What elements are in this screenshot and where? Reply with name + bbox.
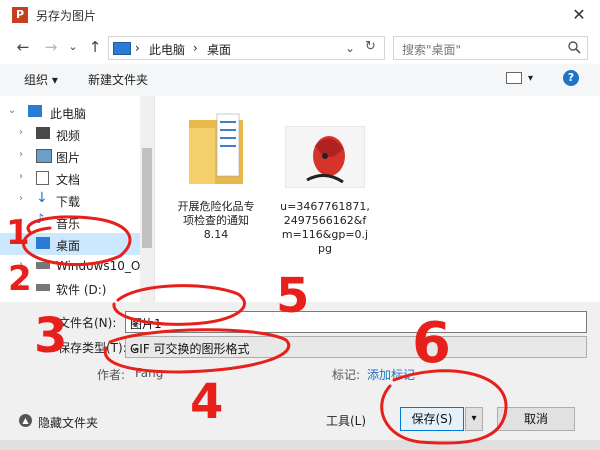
folder-icon [189,113,243,184]
file-name-line: 8.14 [203,228,229,241]
up-arrow-icon[interactable]: ↑ [84,36,106,58]
breadcrumb-separator: › [135,41,140,55]
new-folder-button[interactable]: 新建文件夹 [88,71,148,88]
chevron-right-icon[interactable]: › [19,193,23,204]
filetype-select[interactable]: GIF 可交换的图形格式 ⌄ [125,336,587,358]
save-button[interactable]: 保存(S) [400,407,464,431]
sidebar-item-downloads[interactable]: › ↓ 下载 [0,189,140,211]
chevron-right-icon[interactable]: › [19,281,23,292]
sidebar-item-label: Windows10_OS [56,259,148,273]
search-placeholder: 搜索"桌面" [402,43,462,57]
breadcrumb-this-pc[interactable]: 此电脑 [149,41,185,58]
chevron-right-icon[interactable]: › [19,259,23,270]
download-icon: ↓ [36,190,48,206]
tools-menu-button[interactable]: 工具(L) [326,412,366,429]
filetype-label: 保存类型(T): [58,341,127,355]
chevron-down-icon[interactable]: ⌄ [130,340,582,354]
sidebar-scrollbar-thumb[interactable] [142,148,152,248]
powerpoint-app-icon: P [12,7,28,23]
window-title: 另存为图片 [36,9,97,23]
help-icon[interactable]: ? [563,70,579,86]
breadcrumb-desktop[interactable]: 桌面 [207,41,231,58]
sidebar-item-documents[interactable]: › 文档 [0,167,140,189]
document-icon [36,171,49,185]
sidebar-item-music[interactable]: › ♪ 音乐 [0,211,140,233]
sidebar-item-label: 软件 (D:) [56,283,107,297]
save-options-dropdown-icon[interactable]: ▾ [465,407,483,431]
hide-folders-button[interactable]: 隐藏文件夹 [38,414,98,431]
filename-history-dropdown-icon[interactable]: ⌄ [130,315,582,329]
sidebar-item-videos[interactable]: › 视频 [0,123,140,145]
chevron-right-icon[interactable]: › [19,149,23,160]
filename-label: 文件名(N): [58,316,117,330]
sidebar-item-pictures[interactable]: › 图片 [0,145,140,167]
sidebar-item-label: 桌面 [56,239,81,253]
desktop-icon [36,237,50,249]
view-options-icon[interactable] [506,72,522,84]
sidebar-item-windows-drive[interactable]: › Windows10_OS [0,255,148,277]
sidebar-item-label: 图片 [56,151,81,165]
recent-locations-dropdown-icon[interactable]: ⌄ [62,36,84,58]
picture-icon [36,149,52,163]
drive-icon [36,284,50,291]
author-value[interactable]: Fang [135,366,163,380]
cancel-button[interactable]: 取消 [497,407,575,431]
close-icon[interactable]: ✕ [566,3,592,27]
sidebar-item-label: 文档 [56,173,81,187]
music-icon: ♪ [36,212,45,227]
sidebar-item-desktop[interactable]: › 桌面 [0,233,140,255]
sidebar-item-label: 视频 [56,129,81,143]
filename-input[interactable]: 图片1 ⌄ [125,311,587,333]
sidebar-item-label: 下载 [56,195,81,209]
video-icon [36,127,50,139]
file-item-folder[interactable]: 开展危险化品专 项检查的通知 8.14 [171,104,261,244]
refresh-icon[interactable]: ↻ [365,39,376,54]
file-name-line: u=3467761871, [280,200,370,213]
file-name-line: m=116&gp=0.j [281,228,369,241]
image-thumbnail-icon [285,126,365,188]
address-dropdown-icon[interactable]: ⌄ [345,41,355,55]
monitor-icon [28,105,42,117]
view-dropdown-icon[interactable]: ▾ [528,73,533,84]
chevron-down-icon[interactable]: ⌄ [8,105,16,116]
sidebar-item-software-drive[interactable]: › 软件 (D:) [0,277,140,299]
search-icon [568,41,581,54]
sidebar-item-label: 此电脑 [50,107,87,121]
sidebar-item-this-pc[interactable]: ⌄ 此电脑 [0,101,140,123]
chevron-right-icon[interactable]: › [19,237,23,248]
chevron-right-icon[interactable]: › [19,215,23,226]
author-label: 作者: [97,368,126,382]
file-list-pane: 开展危险化品专 项检查的通知 8.14 u=3467761871, 249756… [155,96,600,302]
tags-label: 标记: [332,368,361,382]
file-item-image[interactable]: u=3467761871, 2497566162&f m=116&gp=0.j … [275,104,375,264]
file-name-line: 项检查的通知 [183,214,249,227]
sidebar-item-label: 音乐 [56,217,81,231]
monitor-icon [113,42,131,55]
chevron-right-icon[interactable]: › [19,127,23,138]
window-bottom-edge [0,440,600,450]
chevron-right-icon[interactable]: › [19,171,23,182]
chevron-up-icon[interactable]: ▲ [19,414,32,427]
back-arrow-icon[interactable]: ← [12,36,34,58]
search-input[interactable]: 搜索"桌面" [393,36,588,60]
forward-arrow-icon[interactable]: → [40,36,62,58]
save-as-dialog: P 另存为图片 ✕ ← → ⌄ ↑ › 此电脑 › 桌面 ⌄ ↻ 搜索"桌面" … [0,0,600,450]
file-name-line: 开展危险化品专 [177,200,255,213]
address-bar[interactable]: › 此电脑 › 桌面 ⌄ ↻ [108,36,385,60]
navigation-pane: ⌄ 此电脑 › 视频 › 图片 › 文档 › ↓ 下载 › ♪ 音乐 › 桌面 … [0,96,155,302]
organize-button[interactable]: 组织 ▾ [24,71,58,88]
breadcrumb-separator: › [193,41,198,55]
drive-icon [36,262,50,269]
file-name-line: pg [318,242,332,255]
file-name-line: 2497566162&f [283,214,367,227]
add-tags-link[interactable]: 添加标记 [367,366,415,383]
